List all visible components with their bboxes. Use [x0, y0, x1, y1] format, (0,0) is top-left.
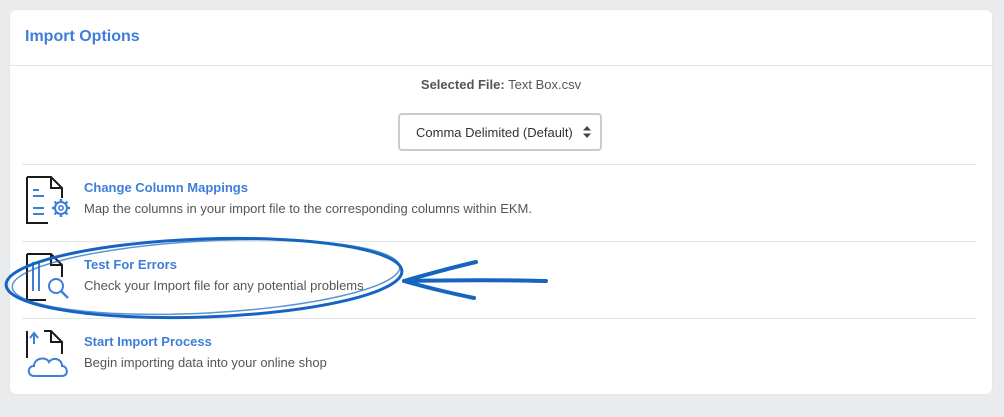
option-description: Begin importing data into your online sh… [84, 355, 327, 370]
selected-file-label: Selected File: [420, 77, 505, 92]
import-options-panel: Import Options Selected File: Text Box.c… [10, 10, 992, 394]
document-settings-icon [26, 176, 70, 224]
selected-file-info: Selected File: Text Box.csv [10, 77, 992, 92]
cloud-upload-icon [26, 330, 68, 377]
panel-title: Import Options [25, 28, 140, 45]
panel-header: Import Options [10, 10, 992, 66]
option-description: Check your Import file for any potential… [84, 278, 364, 293]
change-column-mappings-option[interactable]: Change Column Mappings Map the columns i… [22, 176, 976, 238]
start-import-process-option[interactable]: Start Import Process Begin importing dat… [22, 330, 976, 392]
divider [22, 164, 976, 165]
option-title[interactable]: Change Column Mappings [84, 180, 248, 195]
divider [22, 241, 976, 242]
option-title[interactable]: Start Import Process [84, 334, 212, 349]
selected-file-name: Text Box.csv [508, 77, 582, 92]
option-title[interactable]: Test For Errors [84, 257, 177, 272]
document-search-icon [26, 253, 69, 301]
option-description: Map the columns in your import file to t… [84, 201, 532, 216]
select-caret-icon [583, 126, 591, 138]
test-for-errors-option[interactable]: Test For Errors Check your Import file f… [22, 253, 976, 315]
divider [22, 318, 976, 319]
delimiter-select-value: Comma Delimited (Default) [416, 125, 573, 140]
delimiter-select[interactable]: Comma Delimited (Default) [398, 113, 602, 151]
